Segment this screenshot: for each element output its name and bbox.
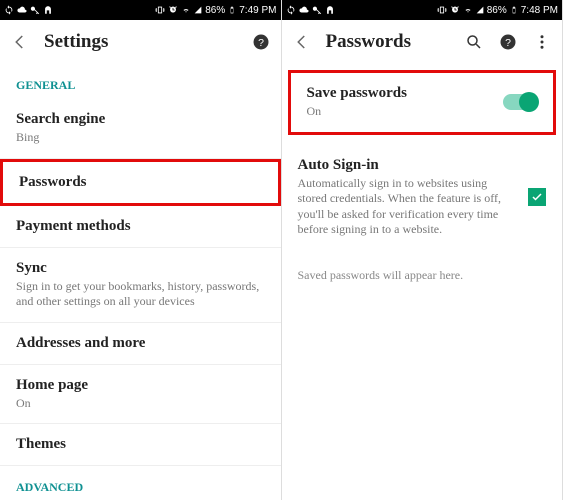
row-payment-methods[interactable]: Payment methods [0,206,281,248]
row-addresses[interactable]: Addresses and more [0,323,281,365]
settings-list: GENERAL Search engine Bing Passwords Pay… [0,64,281,500]
check-icon [531,191,543,203]
loop-icon [4,5,14,15]
passwords-content: Save passwords On Auto Sign-in Automatic… [282,64,563,500]
row-label: Search engine [16,111,265,128]
battery-icon [510,4,518,16]
arch-icon [43,5,53,15]
arch-icon [325,5,335,15]
row-auto-signin[interactable]: Auto Sign-in Automatically sign in to we… [282,145,563,250]
row-value: Bing [16,130,265,146]
row-desc: Automatically sign in to websites using … [298,176,519,238]
row-label: Passwords [19,174,262,191]
row-label: Auto Sign-in [298,157,519,174]
row-label: Themes [16,436,265,453]
page-title: Passwords [326,31,451,53]
passwords-screen: 86% 7:48 PM Passwords ? Save passwords O… [282,0,563,500]
status-bar: 86% 7:49 PM [0,0,281,20]
chevron-left-icon [11,33,29,51]
back-button[interactable] [292,32,312,52]
row-label: Sync [16,260,265,277]
cloud-icon [17,5,27,15]
more-vert-icon [533,33,551,51]
signal-icon [476,5,484,15]
overflow-button[interactable] [532,32,552,52]
clock-text: 7:48 PM [521,5,558,16]
row-label: Addresses and more [16,335,265,352]
row-home-page[interactable]: Home page On [0,365,281,425]
search-button[interactable] [464,32,484,52]
loop-icon [286,5,296,15]
section-advanced: ADVANCED [0,466,281,500]
help-button[interactable]: ? [251,32,271,52]
wifi-icon [181,5,191,15]
row-value: On [16,396,265,412]
row-label: Save passwords [307,85,494,102]
battery-icon [228,4,236,16]
vibrate-icon [155,5,165,15]
key-icon [312,5,322,15]
page-title: Settings [44,31,237,53]
cloud-icon [299,5,309,15]
auto-signin-checkbox[interactable] [528,188,546,206]
row-sync[interactable]: Sync Sign in to get your bookmarks, hist… [0,248,281,323]
row-desc: Sign in to get your bookmarks, history, … [16,279,265,310]
search-icon [465,33,483,51]
key-icon [30,5,40,15]
row-search-engine[interactable]: Search engine Bing [0,99,281,159]
row-save-passwords[interactable]: Save passwords On [288,70,557,135]
section-general: GENERAL [0,64,281,99]
status-bar: 86% 7:48 PM [282,0,563,20]
battery-text: 86% [205,5,225,16]
settings-screen: 86% 7:49 PM Settings ? GENERAL Search en… [0,0,282,500]
svg-text:?: ? [505,37,511,49]
row-themes[interactable]: Themes [0,424,281,466]
empty-state: Saved passwords will appear here. [282,250,563,301]
vibrate-icon [437,5,447,15]
app-bar: Passwords ? [282,20,563,64]
wifi-icon [463,5,473,15]
row-value: On [307,104,494,120]
chevron-left-icon [293,33,311,51]
help-icon: ? [499,33,517,51]
back-button[interactable] [10,32,30,52]
app-bar: Settings ? [0,20,281,64]
battery-text: 86% [487,5,507,16]
row-label: Home page [16,377,265,394]
signal-icon [194,5,202,15]
row-label: Payment methods [16,218,265,235]
alarm-icon [450,5,460,15]
clock-text: 7:49 PM [239,5,276,16]
svg-text:?: ? [258,37,264,49]
alarm-icon [168,5,178,15]
help-icon: ? [252,33,270,51]
row-passwords[interactable]: Passwords [0,159,281,206]
save-passwords-toggle[interactable] [503,94,537,110]
help-button[interactable]: ? [498,32,518,52]
